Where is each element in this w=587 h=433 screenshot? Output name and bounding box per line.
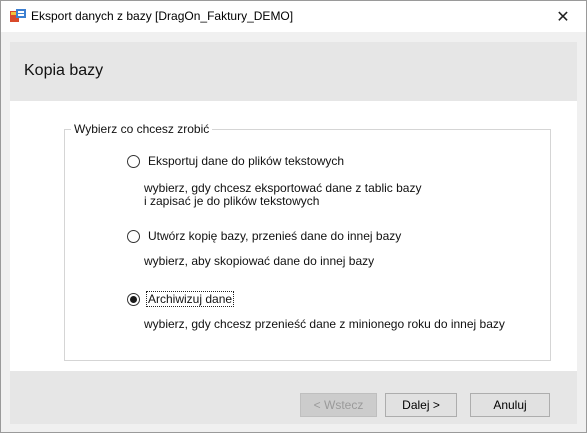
close-icon: ✕ (556, 8, 570, 26)
database-app-icon (10, 9, 26, 23)
button-bar: < Wstecz Dalej > Anuluj (10, 371, 577, 424)
cancel-button[interactable]: Anuluj (470, 393, 550, 417)
radio-label-archive[interactable]: Archiwizuj dane (146, 291, 235, 307)
radio-create-copy[interactable]: Utwórz kopię bazy, przenieś dane do inne… (127, 228, 403, 244)
radio-export-text-files[interactable]: Eksportuj dane do plików tekstowych (127, 153, 346, 169)
radio-button-copy[interactable] (127, 229, 140, 243)
option-description-copy: wybierz, aby skopiować dane do innej baz… (144, 254, 375, 268)
radio-button-archive[interactable] (127, 292, 140, 306)
dialog-window: Eksport danych z bazy [DragOn_Faktury_DE… (0, 0, 587, 433)
back-button[interactable]: < Wstecz (300, 393, 377, 417)
option-description-export-line-2: i zapisać je do plików tekstowych (144, 194, 320, 208)
options-groupbox: Wybierz co chcesz zrobić Eksportuj dane … (64, 122, 551, 361)
page-title: Kopia bazy (24, 62, 104, 79)
header-panel: Kopia bazy (10, 42, 577, 101)
radio-label-export[interactable]: Eksportuj dane do plików tekstowych (146, 153, 346, 169)
radio-archive-data[interactable]: Archiwizuj dane (127, 291, 235, 307)
radio-button-export[interactable] (127, 154, 140, 168)
close-button[interactable]: ✕ (540, 1, 586, 32)
next-button[interactable]: Dalej > (385, 393, 457, 417)
content-panel: Wybierz co chcesz zrobić Eksportuj dane … (10, 101, 577, 371)
radio-label-copy[interactable]: Utwórz kopię bazy, przenieś dane do inne… (146, 228, 403, 244)
option-description-archive: wybierz, gdy chcesz przenieść dane z min… (144, 317, 505, 331)
title-bar: Eksport danych z bazy [DragOn_Faktury_DE… (1, 1, 586, 32)
window-title: Eksport danych z bazy [DragOn_Faktury_DE… (31, 9, 294, 23)
groupbox-legend: Wybierz co chcesz zrobić (71, 122, 213, 136)
